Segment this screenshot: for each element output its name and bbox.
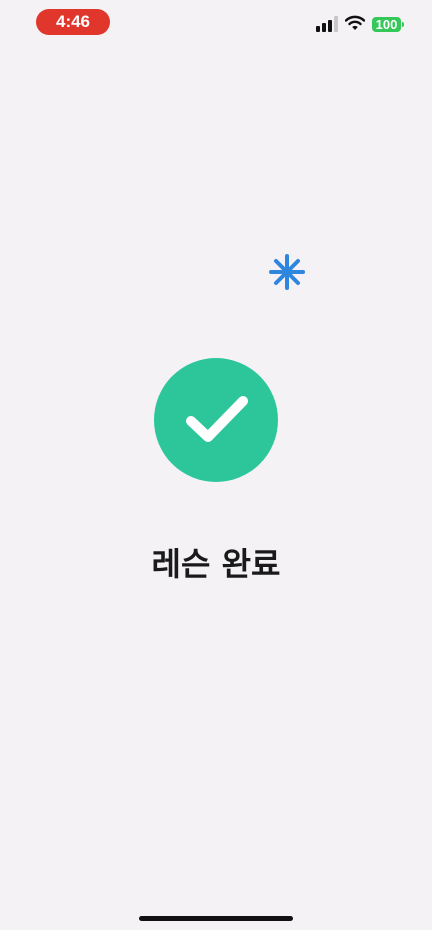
status-time[interactable]: 4:46 [36,9,110,35]
sparkle-icon [269,254,305,290]
wifi-icon [345,15,365,30]
lesson-complete-title: 레슨 완료 [151,545,281,583]
cellular-signal-icon [316,16,338,32]
home-indicator[interactable] [139,916,293,921]
battery-indicator: 100 [372,17,401,32]
status-bar: 4:46 100 [0,0,432,44]
checkmark-icon [186,396,248,442]
lesson-complete-badge [154,358,278,482]
battery-tip [402,22,404,27]
